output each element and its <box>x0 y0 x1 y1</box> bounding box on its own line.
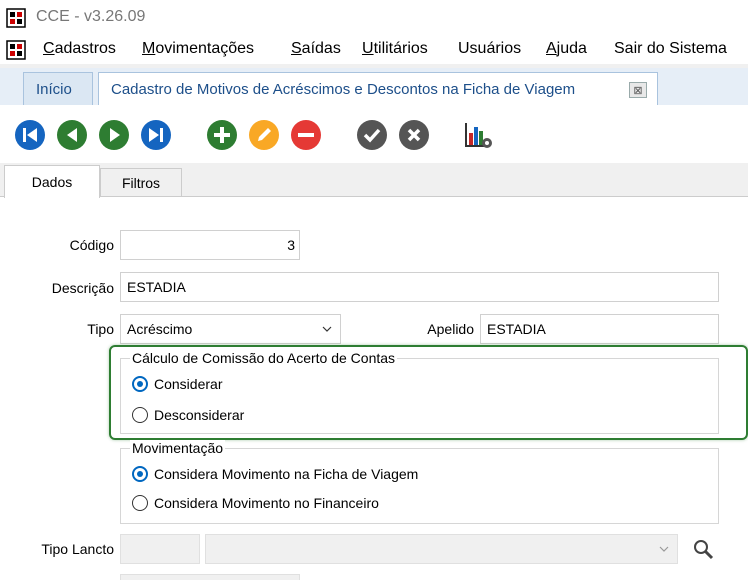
app-icon <box>6 8 26 28</box>
toolbar <box>0 105 748 163</box>
tab-dados[interactable]: Dados <box>4 165 100 198</box>
tipo-select[interactable]: Acréscimo <box>120 314 341 344</box>
tab-inicio[interactable]: Início <box>23 72 93 105</box>
chevron-down-icon <box>322 326 332 332</box>
radio-ficha-viagem-label: Considera Movimento na Ficha de Viagem <box>154 466 419 482</box>
descricao-field[interactable]: ESTADIA <box>120 272 719 302</box>
close-tab-icon[interactable]: ⊠ <box>629 82 647 98</box>
delete-icon <box>291 120 321 150</box>
radio-desconsiderar-label: Desconsiderar <box>154 407 245 423</box>
add-button[interactable] <box>206 119 238 151</box>
menu-usuarios[interactable]: Usuários <box>458 40 521 58</box>
radio-unchecked-icon <box>132 407 148 423</box>
cancel-button[interactable] <box>398 119 430 151</box>
codigo-field[interactable]: 3 <box>120 230 300 260</box>
tipo-lancto-label: Tipo Lancto <box>41 541 114 557</box>
tipo-lancto-select[interactable] <box>205 534 678 564</box>
comissao-group-title: Cálculo de Comissão do Acerto de Contas <box>130 350 398 366</box>
menu-movimentacoes[interactable]: Movimentações <box>142 40 254 58</box>
movimentacao-group-title: Movimentação <box>130 440 226 456</box>
previous-record-button[interactable] <box>56 119 88 151</box>
tab-dados-label: Dados <box>31 174 73 190</box>
report-button[interactable] <box>462 119 494 151</box>
apelido-label: Apelido <box>427 321 474 337</box>
first-record-icon <box>15 120 45 150</box>
app-menu-icon[interactable] <box>6 40 26 60</box>
tipo-lancto-code-field[interactable] <box>120 534 200 564</box>
last-record-icon <box>141 120 171 150</box>
last-record-button[interactable] <box>140 119 172 151</box>
tipo-label: Tipo <box>87 321 114 337</box>
radio-financeiro-label: Considera Movimento no Financeiro <box>154 495 379 511</box>
menu-utilitarios[interactable]: Utilitários <box>362 40 428 58</box>
movimentacao-groupbox <box>120 448 719 524</box>
previous-record-icon <box>57 120 87 150</box>
cancel-icon <box>399 120 429 150</box>
codigo-value: 3 <box>287 237 295 253</box>
tab-label: Início <box>36 80 72 98</box>
menu-ajuda[interactable]: Ajuda <box>546 40 587 58</box>
apelido-value: ESTADIA <box>487 321 546 337</box>
tab-cadastro-motivos[interactable]: Cadastro de Motivos de Acréscimos e Desc… <box>98 72 658 105</box>
menu-bar: Cadastros Movimentações Saídas Utilitári… <box>0 36 748 64</box>
window-title: CCE - v3.26.09 <box>36 8 146 25</box>
radio-unchecked-icon <box>132 495 148 511</box>
delete-button[interactable] <box>290 119 322 151</box>
report-chart-icon <box>465 123 492 148</box>
confirm-button[interactable] <box>356 119 388 151</box>
title-bar: CCE - v3.26.09 <box>0 0 748 36</box>
edit-icon <box>249 120 279 150</box>
chevron-down-icon <box>659 546 669 552</box>
menu-sair-do-sistema[interactable]: Sair do Sistema <box>614 40 727 58</box>
radio-financeiro[interactable]: Considera Movimento no Financeiro <box>132 495 379 511</box>
tab-label: Cadastro de Motivos de Acréscimos e Desc… <box>111 80 576 98</box>
edit-button[interactable] <box>248 119 280 151</box>
document-tabs: Início Cadastro de Motivos de Acréscimos… <box>0 64 748 105</box>
tipo-value: Acréscimo <box>127 321 193 337</box>
tab-filtros[interactable]: Filtros <box>100 168 182 196</box>
descricao-label: Descrição <box>51 280 114 296</box>
first-record-button[interactable] <box>14 119 46 151</box>
confirm-icon <box>357 120 387 150</box>
radio-considerar[interactable]: Considerar <box>132 376 222 392</box>
next-record-button[interactable] <box>98 119 130 151</box>
radio-desconsiderar[interactable]: Desconsiderar <box>132 407 244 423</box>
next-record-icon <box>99 120 129 150</box>
menu-saidas[interactable]: Saídas <box>291 40 341 58</box>
menu-cadastros[interactable]: Cadastros <box>43 40 116 58</box>
radio-considerar-label: Considerar <box>154 376 223 392</box>
descricao-value: ESTADIA <box>127 279 186 295</box>
apelido-field[interactable]: ESTADIA <box>480 314 719 344</box>
radio-checked-icon <box>132 376 148 392</box>
search-icon[interactable] <box>692 538 714 560</box>
add-icon <box>207 120 237 150</box>
radio-checked-icon <box>132 466 148 482</box>
next-row-field <box>120 574 300 580</box>
form-tabs: Dados Filtros <box>0 163 748 198</box>
tab-filtros-label: Filtros <box>121 174 161 191</box>
radio-ficha-viagem[interactable]: Considera Movimento na Ficha de Viagem <box>132 466 418 482</box>
codigo-label: Código <box>69 237 114 253</box>
